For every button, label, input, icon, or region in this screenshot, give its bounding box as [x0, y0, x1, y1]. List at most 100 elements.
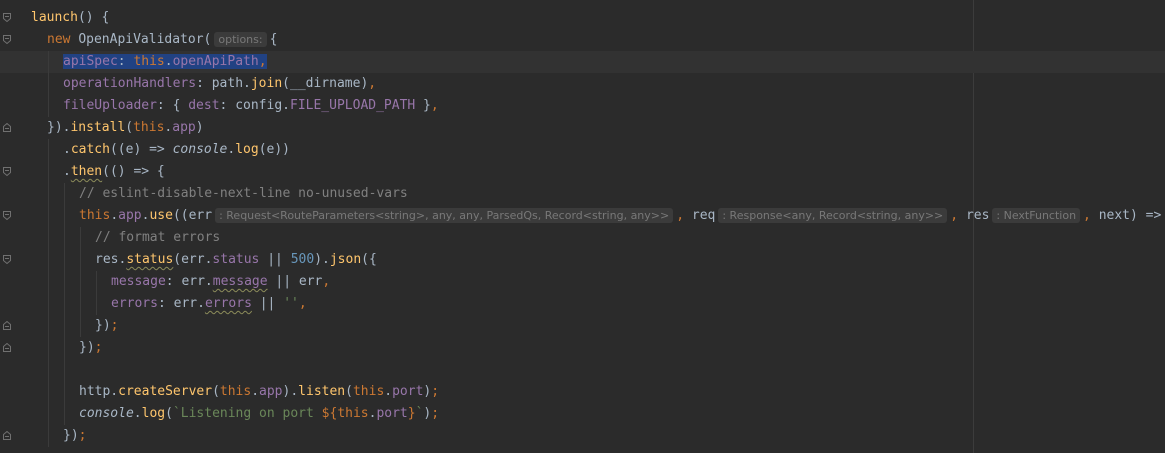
indent-guide: [80, 293, 81, 315]
code-line[interactable]: errors: err.errors || '',: [0, 293, 1165, 315]
fold-collapse-icon[interactable]: [3, 35, 11, 44]
code-token: log: [235, 142, 259, 157]
code-line[interactable]: res.status(err.status || 500).json({: [0, 249, 1165, 271]
code-token: dest: [188, 98, 220, 113]
fold-collapse-icon[interactable]: [3, 211, 11, 220]
indent-guide: [48, 403, 49, 425]
code-token: .: [110, 208, 119, 223]
indent-guide: [80, 227, 81, 249]
code-token: ) => {: [1130, 208, 1162, 223]
code-token: }).: [47, 120, 71, 135]
code-token: app: [118, 208, 142, 223]
code-token: this: [133, 120, 165, 135]
code-token: ).: [314, 252, 330, 267]
indent-guide: [48, 205, 49, 227]
code-line[interactable]: }).install(this.app): [0, 117, 1165, 139]
code-line[interactable]: });: [0, 425, 1165, 447]
code-line[interactable]: operationHandlers: path.join(__dirname),: [0, 73, 1165, 95]
code-editor[interactable]: launch() {new OpenApiValidator(options:{…: [0, 7, 1165, 447]
code-token: install: [70, 120, 126, 135]
indent-guide: [48, 161, 49, 183]
code-token: ,: [258, 54, 267, 69]
code-text: http.createServer(this.app).listen(this.…: [79, 381, 439, 403]
code-line[interactable]: message: err.message || err,: [0, 271, 1165, 293]
fold-collapse-icon[interactable]: [3, 255, 11, 264]
code-line[interactable]: .catch((e) => console.log(e)): [0, 139, 1165, 161]
indent-guide: [96, 271, 97, 293]
code-token: apiSpec: [63, 54, 118, 69]
code-text: console.log(`Listening on port ${this.po…: [79, 403, 439, 425]
code-token: // eslint-disable-next-line no-unused-va…: [79, 186, 408, 201]
code-line[interactable]: launch() {: [0, 7, 1165, 29]
code-token: }: [407, 406, 416, 421]
code-token: (: [345, 384, 353, 399]
indent-guide: [64, 359, 65, 381]
code-token: errors: [204, 296, 252, 311]
code-line[interactable]: });: [0, 337, 1165, 359]
code-token: : {: [156, 98, 189, 113]
code-token: : err.: [165, 274, 213, 289]
indent-guide: [80, 315, 81, 337]
code-token: `Listening on port: [172, 406, 322, 421]
code-token: (() => {: [102, 164, 165, 179]
code-token: res: [965, 208, 990, 223]
code-token: : path.: [196, 76, 251, 91]
code-token: : err.: [157, 296, 205, 311]
code-token: (err.: [173, 252, 213, 267]
code-line[interactable]: });: [0, 315, 1165, 337]
parameter-hint: options:: [214, 32, 267, 47]
fold-end-icon[interactable]: [3, 343, 11, 352]
indent-guide: [64, 205, 65, 227]
code-line[interactable]: http.createServer(this.app).listen(this.…: [0, 381, 1165, 403]
code-token: console: [172, 142, 228, 157]
fold-end-icon[interactable]: [3, 431, 11, 440]
code-line[interactable]: this.app.use((err: Request<RouteParamete…: [0, 205, 1165, 227]
code-token: }): [95, 318, 111, 333]
indent-guide: [48, 425, 49, 447]
code-token: new: [47, 32, 79, 47]
code-token: () {: [77, 10, 110, 25]
fold-end-icon[interactable]: [3, 321, 11, 330]
code-token: ,: [430, 98, 439, 113]
code-line[interactable]: fileUploader: { dest: config.FILE_UPLOAD…: [0, 95, 1165, 117]
code-line[interactable]: apiSpec: this.openApiPath,: [0, 51, 1165, 73]
code-token: status: [212, 252, 260, 267]
code-token: ,: [676, 208, 692, 223]
code-token: ((err: [172, 208, 213, 223]
code-text: this.app.use((err: Request<RouteParamete…: [79, 205, 1165, 227]
code-line[interactable]: .then(() => {: [0, 161, 1165, 183]
fold-collapse-icon[interactable]: [3, 13, 11, 22]
code-token: port: [376, 406, 408, 421]
indent-guide: [64, 183, 65, 205]
code-token: req: [691, 208, 716, 223]
code-text: apiSpec: this.openApiPath,: [63, 51, 267, 73]
fold-end-icon[interactable]: [3, 123, 11, 132]
code-token: ((e) =>: [109, 142, 173, 157]
code-token: log: [141, 406, 166, 421]
code-token: {: [269, 32, 278, 47]
code-line[interactable]: // eslint-disable-next-line no-unused-va…: [0, 183, 1165, 205]
code-line[interactable]: [0, 359, 1165, 381]
parameter-hint: : Request<RouteParameters<string>, any, …: [215, 208, 674, 223]
code-text: .then(() => {: [63, 161, 165, 183]
code-token: this: [79, 208, 111, 223]
code-line[interactable]: new OpenApiValidator(options:{: [0, 29, 1165, 51]
code-token: port: [392, 384, 424, 399]
fold-collapse-icon[interactable]: [3, 167, 11, 176]
indent-guide: [48, 183, 49, 205]
indent-guide: [48, 73, 49, 95]
code-token: message: [111, 274, 166, 289]
code-line[interactable]: console.log(`Listening on port ${this.po…: [0, 403, 1165, 425]
code-token: .: [133, 406, 142, 421]
indent-guide: [64, 315, 65, 337]
code-token: http.: [79, 384, 119, 399]
code-token: ,: [322, 274, 331, 289]
code-line[interactable]: // format errors: [0, 227, 1165, 249]
code-token: listen: [298, 384, 346, 399]
code-token: ;: [431, 384, 440, 399]
code-token: app: [259, 384, 283, 399]
code-text: res.status(err.status || 500).json({: [95, 249, 377, 271]
indent-guide: [48, 51, 49, 73]
indent-guide: [48, 293, 49, 315]
code-token: openApiPath: [172, 54, 259, 69]
